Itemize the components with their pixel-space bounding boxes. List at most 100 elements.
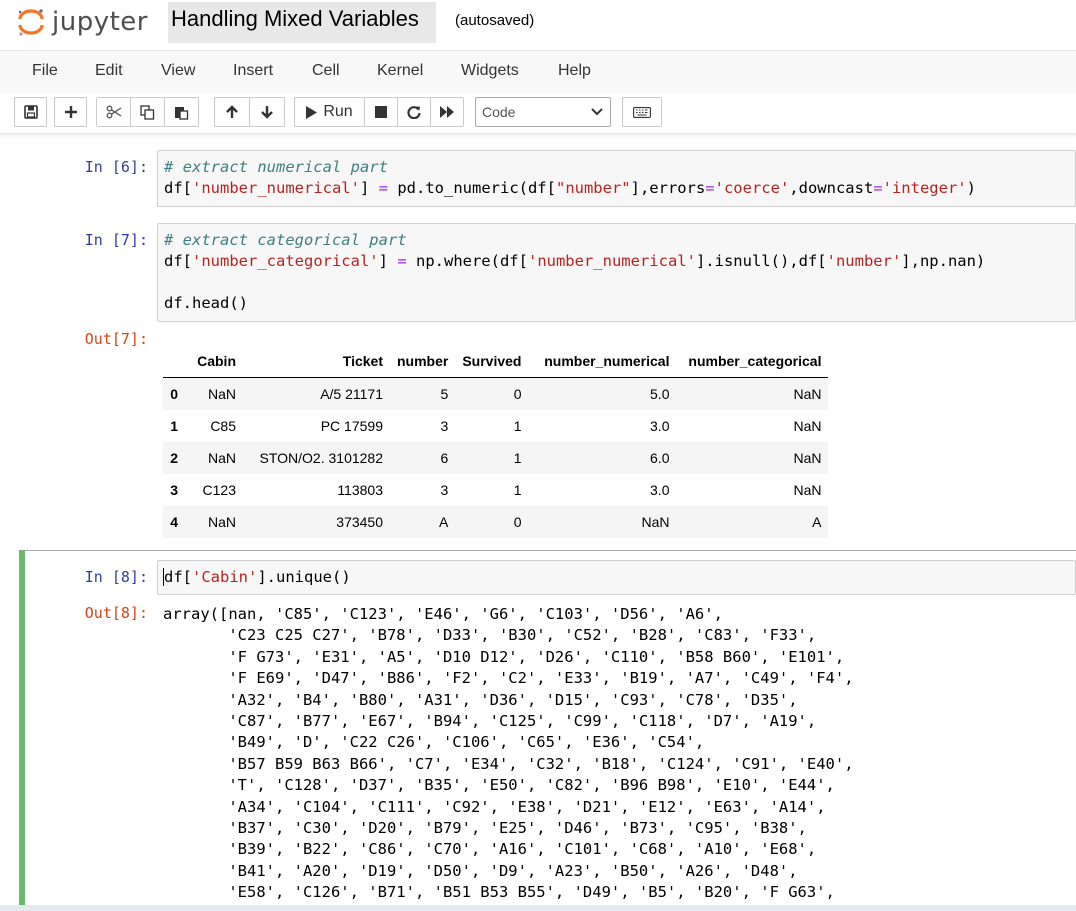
autosave-status: (autosaved) bbox=[455, 12, 535, 29]
row-index: 0 bbox=[170, 386, 178, 402]
arrow-down-icon bbox=[261, 106, 273, 119]
notebook-title[interactable]: Handling Mixed Variables bbox=[168, 2, 436, 43]
table-cell: 0 bbox=[513, 514, 522, 530]
table-cell: NaN bbox=[641, 514, 670, 530]
menu-cell[interactable]: Cell bbox=[312, 62, 340, 80]
run-icon bbox=[306, 105, 318, 119]
column-header: Ticket bbox=[243, 345, 390, 378]
command-palette-button[interactable] bbox=[622, 97, 662, 127]
table-cell: 3 bbox=[440, 418, 449, 434]
code-cell-8-input[interactable]: df['Cabin'].unique() bbox=[157, 560, 1076, 595]
table-cell: 113803 bbox=[337, 482, 383, 498]
row-index: 3 bbox=[170, 482, 178, 498]
input-prompt-7: In [7]: bbox=[84, 231, 148, 249]
code-string: 'number_numerical' bbox=[527, 252, 696, 270]
menu-help[interactable]: Help bbox=[558, 62, 591, 80]
restart-run-all-button[interactable] bbox=[430, 97, 464, 127]
logo-text: jupyter bbox=[52, 7, 148, 37]
code-operator: = bbox=[378, 179, 388, 197]
table-row: 0 NaN A/5 21171 5 0 5.0 NaN bbox=[163, 377, 829, 410]
column-header: number_categorical bbox=[676, 345, 829, 378]
table-cell: 373450 bbox=[336, 514, 383, 530]
code-text: ,downcast bbox=[789, 179, 874, 197]
move-down-button[interactable] bbox=[249, 97, 285, 127]
table-cell: 6.0 bbox=[650, 450, 670, 466]
code-cell-7-input[interactable]: # extract categorical part df['number_ca… bbox=[157, 223, 1076, 322]
dataframe-table: Cabin Ticket number Survived number_nume… bbox=[163, 345, 829, 538]
output-line: 'F E69', 'D47', 'B86', 'F2', 'C2', 'E33'… bbox=[163, 669, 854, 688]
table-cell: NaN bbox=[793, 450, 822, 466]
output-line: 'B41', 'A20', 'D19', 'D50', 'D9', 'A23',… bbox=[163, 861, 798, 880]
row-index: 2 bbox=[170, 450, 178, 466]
cell-8-output: array([nan, 'C85', 'C123', 'E46', 'G6', … bbox=[163, 604, 854, 904]
column-header: number_numerical bbox=[528, 345, 677, 378]
row-index: 1 bbox=[170, 418, 178, 434]
table-cell: PC 17599 bbox=[320, 418, 383, 434]
code-text: df[ bbox=[164, 252, 192, 270]
input-prompt-6: In [6]: bbox=[84, 158, 148, 176]
copy-button[interactable] bbox=[130, 97, 165, 127]
table-cell: A bbox=[439, 514, 449, 530]
output-line: 'C23 C25 C27', 'B78', 'D33', 'B30', 'C52… bbox=[163, 626, 817, 645]
table-cell: 3 bbox=[440, 482, 449, 498]
copy-icon bbox=[140, 104, 155, 120]
cut-button[interactable] bbox=[96, 97, 131, 127]
code-operator: = bbox=[705, 179, 715, 197]
text-cursor bbox=[163, 568, 164, 586]
table-cell: 1 bbox=[513, 482, 522, 498]
notebook-title-text: Handling Mixed Variables bbox=[171, 6, 419, 31]
keyboard-icon bbox=[633, 106, 651, 118]
header: jupyter Handling Mixed Variables (autosa… bbox=[0, 0, 1076, 48]
code-text: ].isnull(),df[ bbox=[695, 252, 827, 270]
move-up-button[interactable] bbox=[214, 97, 250, 127]
restart-button[interactable] bbox=[397, 97, 431, 127]
table-cell: A/5 21171 bbox=[320, 386, 383, 402]
menu-widgets[interactable]: Widgets bbox=[461, 62, 519, 80]
table-cell: NaN bbox=[207, 514, 236, 530]
code-string: 'number_categorical' bbox=[192, 252, 379, 270]
move-button-group bbox=[214, 97, 285, 127]
code-string: 'number_numerical' bbox=[192, 179, 360, 197]
code-operator: = bbox=[397, 252, 407, 270]
output-line: 'A32', 'B4', 'B80', 'A31', 'D36', 'D15',… bbox=[163, 690, 798, 709]
cell-type-select[interactable]: Code bbox=[475, 97, 611, 127]
menu-view[interactable]: View bbox=[161, 62, 195, 80]
table-cell: A bbox=[812, 514, 822, 530]
plus-icon bbox=[64, 106, 77, 118]
table-cell: 1 bbox=[513, 418, 522, 434]
paste-button[interactable] bbox=[164, 97, 199, 127]
table-cell: NaN bbox=[207, 450, 236, 466]
edit-button-group bbox=[96, 97, 199, 127]
code-text: ],np.nan) bbox=[901, 252, 986, 270]
code-string: 'integer' bbox=[882, 179, 967, 197]
output-line: 'E58', 'C126', 'B71', 'B51 B53 B55', 'D4… bbox=[163, 883, 835, 902]
insert-cell-button[interactable] bbox=[54, 97, 87, 127]
output-line: 'B57 B59 B63 B66', 'C7', 'E34', 'C32', '… bbox=[163, 754, 854, 773]
code-cell-6-input[interactable]: # extract numerical part df['number_nume… bbox=[157, 150, 1076, 207]
paste-icon bbox=[175, 106, 189, 120]
menu-file[interactable]: File bbox=[32, 62, 58, 80]
cut-icon bbox=[106, 105, 121, 119]
code-text: np.where(df[ bbox=[406, 252, 528, 270]
code-text: pd.to_numeric(df[ bbox=[388, 179, 556, 197]
horizontal-scrollbar[interactable] bbox=[0, 905, 1076, 911]
stop-icon bbox=[375, 106, 387, 118]
save-button[interactable] bbox=[14, 97, 47, 127]
menu-edit[interactable]: Edit bbox=[95, 62, 123, 80]
table-row: 4 NaN 373450 A 0 NaN A bbox=[163, 506, 829, 538]
interrupt-button[interactable] bbox=[364, 97, 398, 127]
table-cell: NaN bbox=[793, 418, 822, 434]
output-line: 'B37', 'C30', 'D20', 'B79', 'E25', 'D46'… bbox=[163, 819, 807, 838]
menu-kernel[interactable]: Kernel bbox=[377, 62, 423, 80]
code-text: ],errors bbox=[630, 179, 706, 197]
code-text: df[ bbox=[164, 568, 192, 586]
code-text: df[ bbox=[164, 179, 192, 197]
arrow-up-icon bbox=[226, 105, 238, 118]
table-cell: C85 bbox=[210, 418, 236, 434]
menu-insert[interactable]: Insert bbox=[233, 62, 273, 80]
table-cell: 3.0 bbox=[650, 482, 670, 498]
jupyter-logo[interactable]: jupyter bbox=[16, 4, 148, 40]
code-string: "number" bbox=[555, 179, 631, 197]
run-button[interactable]: Run bbox=[294, 97, 365, 127]
output-line: 'C87', 'B77', 'E67', 'B94', 'C125', 'C99… bbox=[163, 712, 817, 731]
